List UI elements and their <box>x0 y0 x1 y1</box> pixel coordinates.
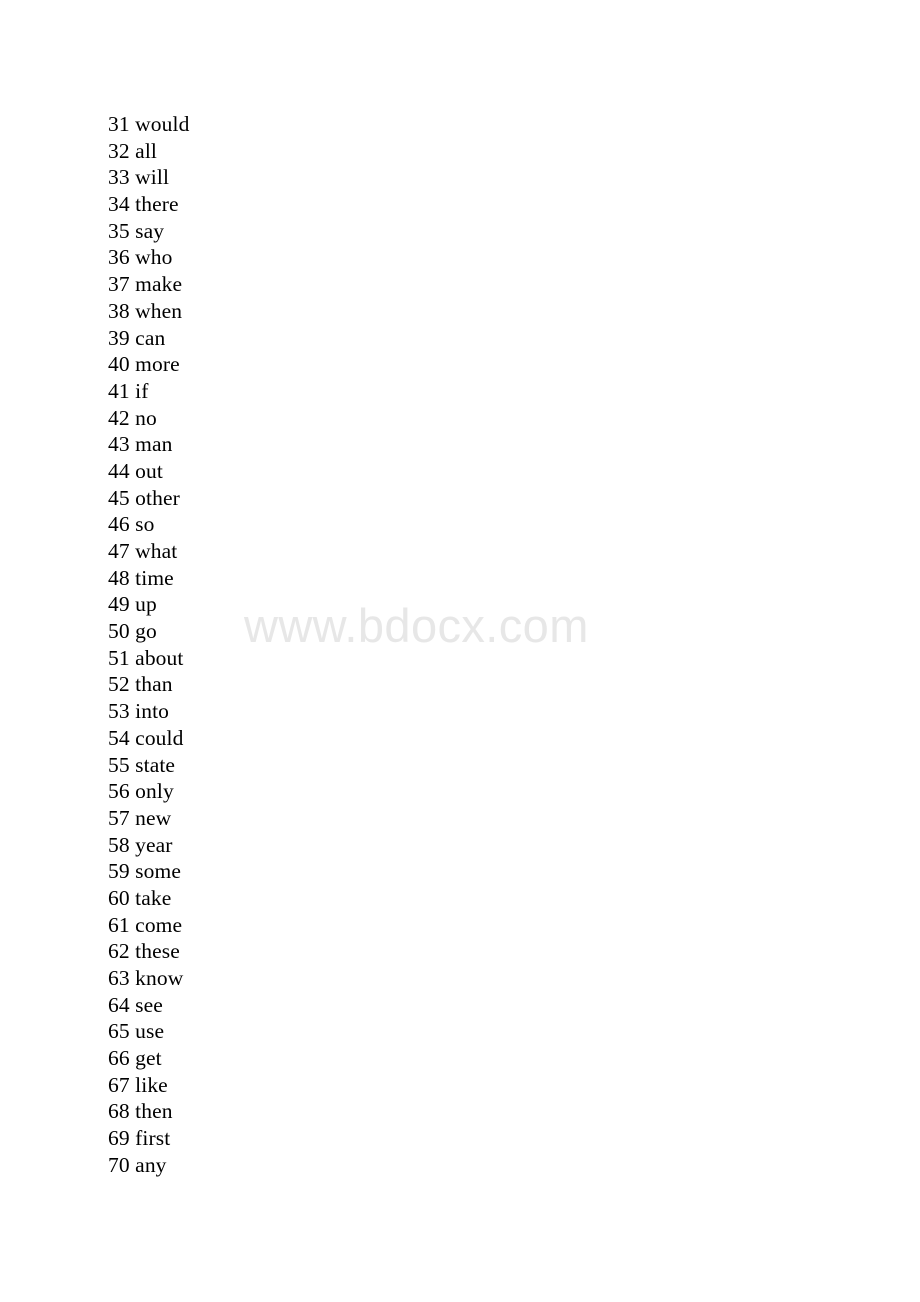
list-item: 51 about <box>108 645 184 670</box>
list-item: 56 only <box>108 779 174 804</box>
list-item: 57 new <box>108 805 172 830</box>
list-item: 69 first <box>108 1126 171 1151</box>
list-item: 40 more <box>108 352 180 377</box>
list-item: 46 so <box>108 512 155 537</box>
list-item: 37 make <box>108 272 183 297</box>
list-item: 60 take <box>108 885 172 910</box>
list-item: 44 out <box>108 458 163 483</box>
document-page: www.bdocx.com 31 would 32 all 33 will 34… <box>0 0 920 1302</box>
list-item: 35 say <box>108 218 165 243</box>
list-item: 33 will <box>108 165 170 190</box>
list-item: 43 man <box>108 432 173 457</box>
list-item: 31 would <box>108 112 190 136</box>
list-item: 62 these <box>108 939 180 964</box>
site-watermark: www.bdocx.com <box>244 599 589 652</box>
list-item: 64 see <box>108 992 163 1017</box>
list-item: 68 then <box>108 1099 173 1124</box>
list-item: 58 year <box>108 832 173 857</box>
list-item: 32 all <box>108 138 157 163</box>
list-item: 59 some <box>108 859 181 884</box>
list-item: 55 state <box>108 752 176 777</box>
list-item: 34 there <box>108 192 179 217</box>
list-item: 41 if <box>108 378 149 403</box>
list-item: 38 when <box>108 298 183 323</box>
list-item: 63 know <box>108 966 184 990</box>
list-item: 42 no <box>108 405 157 430</box>
list-item: 61 come <box>108 912 183 937</box>
list-item: 52 than <box>108 672 173 697</box>
list-item: 54 could <box>108 725 184 750</box>
list-item: 53 into <box>108 699 170 724</box>
list-item: 39 can <box>108 325 166 350</box>
list-item: 49 up <box>108 592 157 617</box>
list-item: 65 use <box>108 1019 165 1044</box>
list-item: 45 other <box>108 485 180 510</box>
list-item: 70 any <box>108 1152 167 1177</box>
list-item: 66 get <box>108 1046 162 1071</box>
list-item: 36 who <box>108 245 173 270</box>
list-item: 47 what <box>108 539 178 563</box>
numbered-word-list: 31 would 32 all 33 will 34 there 35 say … <box>108 111 189 1179</box>
list-item: 50 go <box>108 619 157 644</box>
list-item: 67 like <box>108 1072 168 1097</box>
list-item: 48 time <box>108 565 174 590</box>
